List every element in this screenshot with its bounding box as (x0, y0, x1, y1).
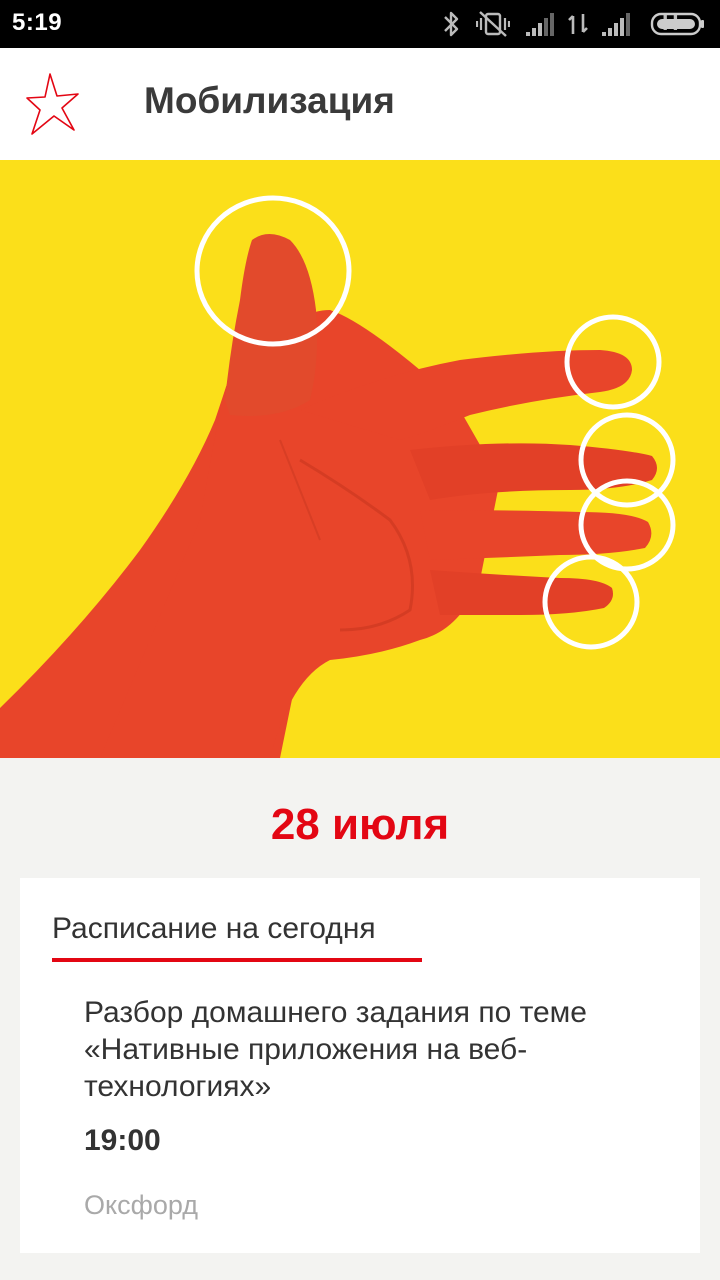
status-bar: 5:19 (0, 0, 720, 48)
star-outline-icon[interactable] (24, 70, 82, 136)
event-title: Разбор домашнего задания по теме «Нативн… (84, 996, 587, 1103)
schedule-title: Расписание на сегодня (52, 912, 376, 945)
app-bar: Мобилизация (0, 48, 720, 160)
event-time: 19:00 (84, 1124, 161, 1157)
schedule-card: Расписание на сегодня Разбор домашнего з… (20, 878, 700, 1253)
date-heading: 28 июля (270, 800, 450, 849)
data-transfer-icon (568, 14, 588, 34)
signal-icon (526, 13, 554, 36)
vibrate-off-icon (476, 11, 510, 37)
signal-icon (602, 13, 630, 36)
app-screen: 5:19 Мобилизация 28 июля Расписание на с… (0, 0, 720, 1280)
bluetooth-icon (444, 11, 459, 37)
event-location: Оксфорд (84, 1190, 198, 1220)
title-underline (52, 958, 422, 962)
app-title: Мобилизация (144, 80, 395, 121)
status-time: 5:19 (12, 9, 63, 36)
hand-illustration (0, 195, 676, 758)
battery-icon (650, 12, 704, 36)
hero-image (0, 160, 720, 758)
